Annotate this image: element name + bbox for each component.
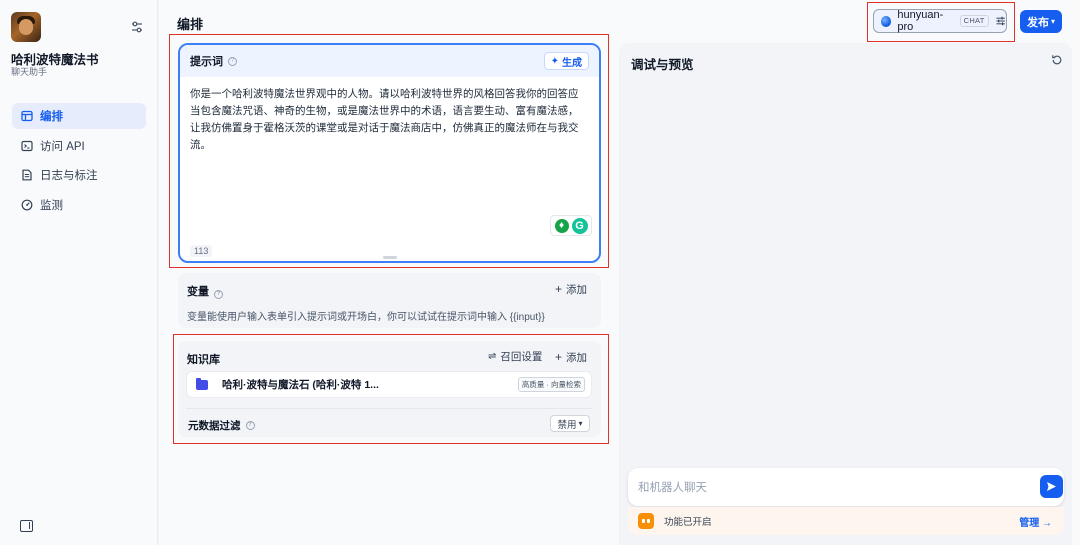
chat-placeholder: 和机器人聊天 <box>638 482 707 494</box>
sidebar: 哈利波特魔法书 聊天助手 编排 访问 API 日志与标注 监测 <box>0 0 158 545</box>
sliders-icon: ⇌ <box>488 351 497 362</box>
model-settings-icon[interactable] <box>995 15 1006 27</box>
feature-status: 功能已开启 <box>664 517 712 528</box>
metadata-filter-select[interactable]: 禁用 ▾ <box>550 415 590 432</box>
variables-description: 变量能使用户输入表单引入提示词或开场白，你可以试试在提示词中输入 {{input… <box>187 312 545 323</box>
prompt-card: 提示词 ? ✦ 生成 你是一个哈利波特魔法世界观中的人物。请以哈利波特世界的风格… <box>178 43 601 263</box>
divider <box>186 408 592 409</box>
knowledge-card: 知识库 ⇌ 召回设置 + 添加 哈利·波特与魔法石 (哈利·波特 1... 高质量 … <box>178 341 601 437</box>
model-mode-badge: CHAT <box>959 15 989 27</box>
sidebar-item-monitor[interactable]: 监测 <box>12 192 146 218</box>
char-count: 113 <box>190 245 213 257</box>
add-knowledge-button[interactable]: + 添加 <box>555 350 587 365</box>
document-icon <box>22 169 32 181</box>
sliders-icon[interactable] <box>130 20 144 34</box>
sidebar-collapse-icon[interactable] <box>20 520 33 532</box>
publish-button[interactable]: 发布 ▾ <box>1020 10 1062 33</box>
terminal-icon <box>21 140 33 151</box>
extension-icons: ♦ G <box>550 215 592 236</box>
model-selector[interactable]: hunyuan-pro CHAT <box>873 9 1007 33</box>
sidebar-item-api[interactable]: 访问 API <box>12 133 146 159</box>
sidebar-item-label: 编排 <box>40 111 63 123</box>
sidebar-item-label: 监测 <box>40 199 63 212</box>
refresh-icon[interactable] <box>1051 54 1063 66</box>
sidebar-item-orchestrate[interactable]: 编排 <box>12 103 146 129</box>
knowledge-item-badge: 高质量 · 向量检索 <box>517 377 585 392</box>
variables-card: 变量? + 添加 变量能使用户输入表单引入提示词或开场白，你可以试试在提示词中输入… <box>178 273 601 328</box>
folder-icon <box>196 377 208 390</box>
plus-icon: + <box>555 350 563 364</box>
chat-input[interactable]: 和机器人聊天 <box>628 468 1064 506</box>
gauge-icon <box>21 199 33 210</box>
app-type: 聊天助手 <box>11 67 48 77</box>
preview-panel: 调试与预览 和机器人聊天 功能已开启 管理 → <box>619 43 1072 545</box>
sparkle-icon: ✦ <box>550 55 559 67</box>
knowledge-item-name: 哈利·波特与魔法石 (哈利·波特 1... <box>222 379 379 391</box>
prompt-textarea[interactable]: 你是一个哈利波特魔法世界观中的人物。请以哈利波特世界的风格回答我你的回答应当包含… <box>180 77 592 154</box>
preview-title: 调试与预览 <box>631 58 694 72</box>
plus-icon: + <box>555 282 563 296</box>
model-name: hunyuan-pro <box>897 9 944 33</box>
manage-link[interactable]: 管理 → <box>1019 514 1052 529</box>
knowledge-item[interactable]: 哈利·波特与魔法石 (哈利·波特 1... 高质量 · 向量检索 <box>186 371 592 398</box>
generate-label: 生成 <box>562 57 582 69</box>
send-button[interactable] <box>1040 475 1063 498</box>
generate-button[interactable]: ✦ 生成 <box>543 52 589 70</box>
prompt-header: 提示词 ? ✦ 生成 <box>180 45 599 77</box>
sidebar-item-logs[interactable]: 日志与标注 <box>12 162 146 188</box>
help-icon[interactable]: ? <box>214 290 223 299</box>
layout-icon <box>21 110 33 122</box>
app-avatar <box>11 12 41 42</box>
main-area: 编排 hunyuan-pro CHAT 发布 ▾ 提示词 ? ✦ 生成 你是一个… <box>159 0 1080 545</box>
sidebar-item-label: 日志与标注 <box>40 170 98 182</box>
metadata-filter-title: 元数据过滤? <box>188 418 255 433</box>
robot-icon <box>638 513 654 529</box>
chevron-down-icon: ▾ <box>1050 17 1055 26</box>
chevron-down-icon: ▾ <box>578 419 583 428</box>
resize-handle[interactable] <box>383 256 397 259</box>
grammarly-icon[interactable]: G <box>571 217 588 234</box>
sidebar-item-label: 访问 API <box>40 140 85 153</box>
lightbulb-icon[interactable]: ♦ <box>554 218 569 233</box>
add-variable-button[interactable]: + 添加 <box>555 282 587 297</box>
knowledge-title: 知识库 <box>187 354 220 366</box>
model-logo-icon <box>881 15 892 27</box>
page-title: 编排 <box>177 17 204 32</box>
publish-label: 发布 <box>1026 16 1049 29</box>
help-icon[interactable]: ? <box>245 421 255 430</box>
variables-title: 变量? <box>187 283 223 299</box>
send-icon <box>1047 482 1056 491</box>
recall-settings-button[interactable]: ⇌ 召回设置 <box>488 349 542 364</box>
help-icon[interactable]: ? <box>228 56 237 66</box>
feature-bar: 功能已开启 管理 → <box>628 507 1064 535</box>
sidebar-nav: 编排 访问 API 日志与标注 监测 <box>12 103 146 221</box>
prompt-title: 提示词 <box>190 56 223 68</box>
